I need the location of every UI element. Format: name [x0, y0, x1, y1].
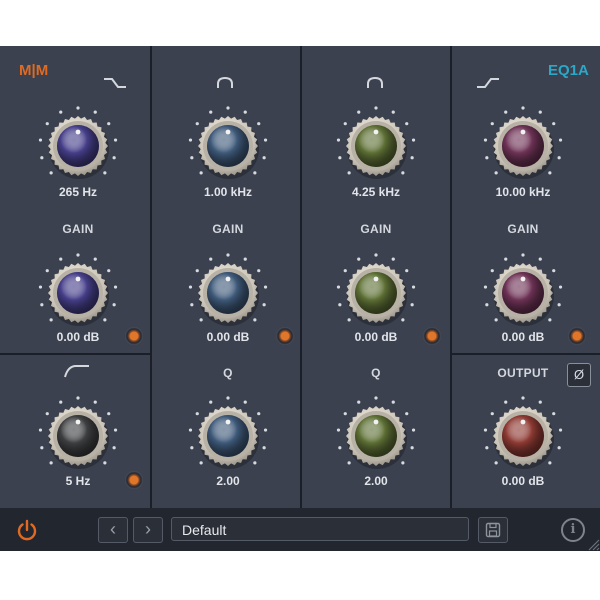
high-pass-icon [64, 365, 89, 378]
hpf-enable-button[interactable] [125, 471, 143, 489]
high-freq-knob[interactable] [481, 104, 565, 188]
mid2-gain-label: GAIN [360, 222, 392, 236]
low-gain-label: GAIN [62, 222, 94, 236]
preset-name-field[interactable]: Default [171, 517, 469, 541]
bell-icon [217, 76, 233, 88]
mid2-freq-value: 4.25 kHz [351, 185, 401, 199]
low-freq-value: 265 Hz [58, 185, 98, 199]
low-gain-knob[interactable] [36, 251, 120, 335]
mid1-q-label: Q [223, 366, 233, 380]
save-preset-button[interactable] [478, 517, 508, 543]
mid2-q-knob[interactable] [334, 394, 418, 478]
bell-icon [367, 76, 383, 88]
mid1-q-knob[interactable] [186, 394, 270, 478]
low-shelf-icon [104, 78, 126, 88]
power-icon[interactable] [15, 518, 39, 542]
section-divider [452, 353, 600, 355]
high-gain-knob[interactable] [481, 251, 565, 335]
output-knob[interactable] [481, 394, 565, 478]
save-icon [485, 522, 501, 538]
mid1-band-enable-button[interactable] [276, 327, 294, 345]
section-divider [0, 353, 150, 355]
previous-preset-button[interactable]: ‹ [98, 517, 128, 543]
high-gain-label: GAIN [507, 222, 539, 236]
next-preset-button[interactable]: › [133, 517, 163, 543]
mid1-gain-knob[interactable] [186, 251, 270, 335]
mid1-freq-value: 1.00 kHz [203, 185, 253, 199]
column-divider [450, 46, 452, 508]
low-freq-knob[interactable] [36, 104, 120, 188]
mid2-gain-knob[interactable] [334, 251, 418, 335]
output-value: 0.00 dB [501, 474, 545, 488]
eq-plugin-panel: M|M EQ1A 265 Hz GAIN 0.00 dB 5 Hz 1.00 k… [0, 46, 600, 551]
hpf-freq-knob[interactable] [36, 394, 120, 478]
product-name: EQ1A [548, 62, 589, 79]
high-freq-value: 10.00 kHz [495, 185, 551, 199]
high-shelf-icon [477, 78, 499, 88]
mid1-gain-label: GAIN [212, 222, 244, 236]
info-button[interactable]: i [561, 518, 585, 542]
low-band-enable-button[interactable] [125, 327, 143, 345]
mid2-freq-knob[interactable] [334, 104, 418, 188]
mid2-band-enable-button[interactable] [423, 327, 441, 345]
high-band-enable-button[interactable] [568, 327, 586, 345]
resize-grip-icon[interactable] [586, 537, 600, 551]
mid1-freq-knob[interactable] [186, 104, 270, 188]
mid1-q-value: 2.00 [216, 474, 240, 488]
column-divider [150, 46, 152, 508]
phase-invert-button[interactable]: Ø [567, 363, 591, 387]
mid2-q-label: Q [371, 366, 381, 380]
mid2-q-value: 2.00 [364, 474, 388, 488]
column-divider [300, 46, 302, 508]
bottom-toolbar: ‹ › Default i [0, 508, 600, 551]
brand-logo: M|M [19, 62, 49, 79]
